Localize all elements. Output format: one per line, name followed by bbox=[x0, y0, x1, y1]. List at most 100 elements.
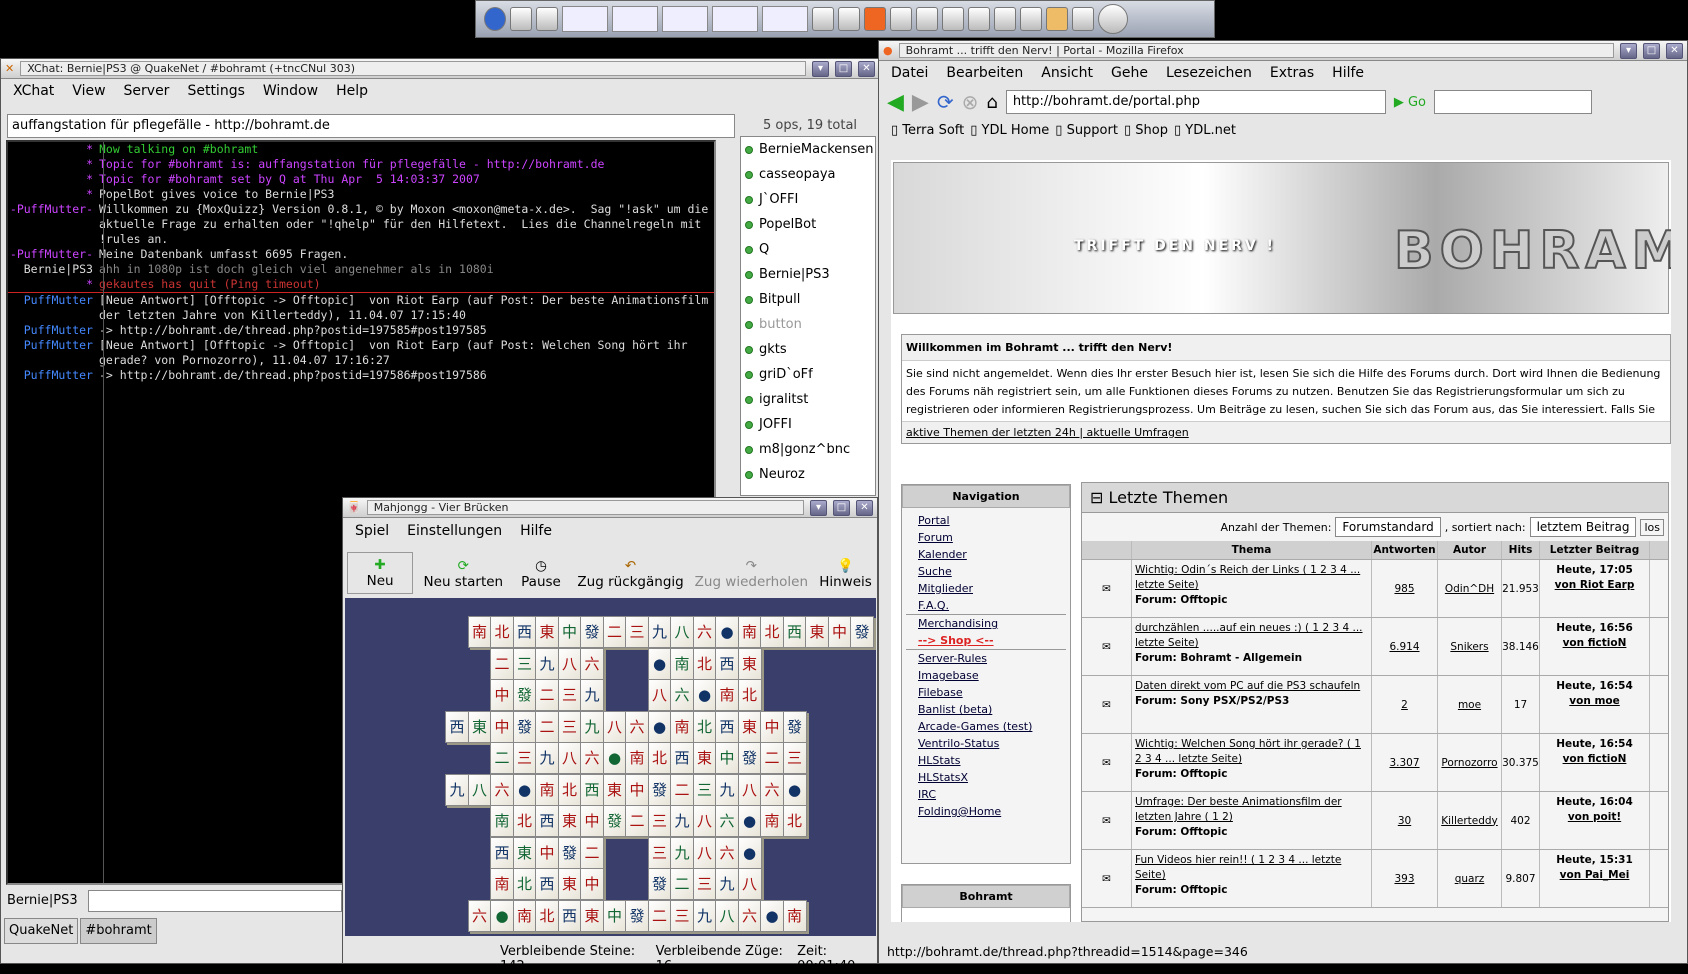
chat-nick[interactable]: PuffMutter bbox=[8, 293, 99, 323]
mahjongg-tile[interactable]: 北 bbox=[737, 679, 762, 711]
count-select[interactable]: Forumstandard bbox=[1335, 517, 1441, 537]
mahjongg-tile[interactable]: 南 bbox=[512, 899, 537, 932]
mahjongg-tile[interactable]: 發 bbox=[850, 616, 874, 648]
topic-forum[interactable]: Forum: Bohramt - Allgemein bbox=[1135, 651, 1302, 666]
topic-replies[interactable]: 985 bbox=[1394, 583, 1414, 595]
mahjongg-tile[interactable]: 北 bbox=[692, 710, 717, 743]
user-list-item[interactable]: PopelBot bbox=[741, 212, 875, 237]
mahjongg-tile[interactable]: 西 bbox=[715, 710, 739, 743]
nav-link[interactable]: Ventrilo-Status bbox=[906, 735, 1066, 752]
user-list-item[interactable]: Q bbox=[741, 237, 875, 262]
mahjongg-tile[interactable]: 九 bbox=[580, 710, 604, 743]
mahjongg-tile[interactable]: 西 bbox=[535, 868, 559, 900]
mahjongg-tile[interactable]: 發 bbox=[647, 773, 672, 806]
user-list-item[interactable]: JOFFI bbox=[741, 412, 875, 437]
mahjongg-tile[interactable]: 南 bbox=[490, 868, 514, 900]
user-list-item[interactable]: button bbox=[741, 312, 875, 337]
mahjongg-tile[interactable]: 東 bbox=[737, 647, 762, 680]
mahjongg-tile[interactable]: ● bbox=[692, 679, 717, 711]
mahjongg-tile[interactable]: 六 bbox=[580, 647, 604, 680]
close-button[interactable]: ✕ bbox=[1666, 42, 1683, 59]
terminal-icon[interactable] bbox=[838, 7, 860, 31]
back-icon[interactable]: ◀ bbox=[887, 90, 904, 115]
mahjongg-tile[interactable]: 八 bbox=[647, 679, 672, 711]
reload-icon[interactable]: ⟳ bbox=[937, 90, 954, 114]
camera-icon[interactable] bbox=[1072, 7, 1094, 31]
chat-nick[interactable]: Bernie|PS3 bbox=[8, 262, 99, 277]
mahjongg-tile[interactable]: 中 bbox=[490, 710, 514, 743]
mahjongg-tile[interactable]: 北 bbox=[647, 742, 672, 774]
mahjongg-tile[interactable]: 北 bbox=[692, 647, 717, 680]
mahjongg-tile[interactable]: 八 bbox=[737, 868, 762, 900]
nav-link[interactable]: Banlist (beta) bbox=[906, 701, 1066, 718]
mahjongg-tile[interactable]: 東 bbox=[512, 836, 537, 869]
minimize-button[interactable]: ▾ bbox=[1620, 42, 1637, 59]
tab-bohramt[interactable]: #bohramt bbox=[80, 918, 157, 944]
maximize-button[interactable]: □ bbox=[833, 499, 850, 516]
user-list-item[interactable]: Neuroz bbox=[741, 462, 875, 487]
redo-button[interactable]: ↷ Zug wiederholen bbox=[693, 554, 810, 594]
mahjongg-tile[interactable]: 北 bbox=[782, 805, 807, 837]
user-list[interactable]: BernieMackensen casseopaya J`OFFI PopelBot Q… bbox=[740, 136, 876, 496]
mahjongg-tile[interactable]: 八 bbox=[467, 773, 492, 806]
firefox-icon[interactable] bbox=[864, 7, 886, 31]
go-button[interactable]: ▶ Go bbox=[1394, 95, 1426, 110]
bookmark-terra-soft[interactable]: ▯ Terra Soft bbox=[891, 123, 964, 138]
mahjongg-tile[interactable]: 二 bbox=[670, 868, 694, 900]
mahjongg-tile[interactable]: 西 bbox=[490, 836, 514, 869]
mahjongg-tile[interactable]: 西 bbox=[580, 773, 604, 806]
mahjongg-tile[interactable]: 三 bbox=[782, 742, 807, 774]
mahjongg-board[interactable]: 南北西東中發二三九八六 ● 南北西東中發二三九八六 ● 南北西東中發二三九八六 ● 南北西東… bbox=[345, 598, 876, 936]
mahjongg-tile[interactable]: 發 bbox=[737, 742, 762, 774]
go-filter-button[interactable]: los bbox=[1640, 518, 1664, 536]
user-list-item[interactable]: J`OFFI bbox=[741, 187, 875, 212]
mahjongg-tile[interactable]: 中 bbox=[827, 616, 852, 648]
mahjongg-tile[interactable]: 中 bbox=[535, 836, 559, 869]
nav-link[interactable]: Mitglieder bbox=[906, 580, 1066, 597]
mahjongg-tile[interactable]: 中 bbox=[580, 868, 604, 900]
mahjongg-tile[interactable]: ● bbox=[760, 899, 784, 932]
mahjongg-tile[interactable]: 六 bbox=[737, 899, 762, 932]
topic-title[interactable]: Fun Videos hier rein!! ( 1 2 3 4 ... let… bbox=[1135, 853, 1368, 883]
mahjongg-tile[interactable]: 二 bbox=[670, 773, 694, 806]
mahjongg-tile[interactable]: 二 bbox=[535, 710, 559, 743]
mahjongg-tile[interactable]: 九 bbox=[535, 647, 559, 680]
mahjongg-tile[interactable]: 中 bbox=[625, 773, 649, 806]
mahjongg-tile[interactable]: 西 bbox=[445, 710, 469, 743]
taskbar-slot[interactable] bbox=[612, 6, 658, 32]
topic-forum[interactable]: Forum: Sony PSX/PS2/PS3 bbox=[1135, 694, 1289, 709]
taskbar-slot[interactable] bbox=[562, 6, 608, 32]
mahjongg-tile[interactable]: 南 bbox=[760, 805, 784, 837]
mahjongg-tile[interactable]: 二 bbox=[760, 742, 784, 774]
topic-title[interactable]: durchzählen .....auf ein neues :) ( 1 2 … bbox=[1135, 621, 1368, 651]
mahjongg-tile[interactable]: 東 bbox=[805, 616, 829, 648]
nav-link[interactable]: Filebase bbox=[906, 684, 1066, 701]
nav-link[interactable]: F.A.Q. bbox=[906, 597, 1066, 614]
topic-row[interactable]: ✉ Fun Videos hier rein!! ( 1 2 3 4 ... le… bbox=[1082, 850, 1668, 908]
menu-bearbeiten[interactable]: Bearbeiten bbox=[946, 65, 1023, 81]
topic-author[interactable]: Snikers bbox=[1450, 641, 1488, 653]
topic-replies[interactable]: 3.307 bbox=[1389, 757, 1419, 769]
spreadsheet-icon[interactable] bbox=[994, 7, 1016, 31]
nav-link[interactable]: Kalender bbox=[906, 546, 1066, 563]
mahjongg-tile[interactable]: 東 bbox=[535, 616, 559, 648]
mahjongg-tile[interactable]: 三 bbox=[647, 805, 672, 837]
mahjongg-tile[interactable]: 發 bbox=[557, 836, 582, 869]
chat-nick[interactable]: * bbox=[8, 142, 99, 157]
mahjongg-tile[interactable]: 東 bbox=[737, 710, 762, 743]
bookmark-shop[interactable]: ▯ Shop bbox=[1124, 123, 1168, 138]
taskbar-slot[interactable] bbox=[712, 6, 758, 32]
mahjongg-tile[interactable]: 西 bbox=[670, 742, 694, 774]
topic-row[interactable]: ✉ Wichtig: Odin´s Reich der Links ( 1 2 3… bbox=[1082, 560, 1668, 618]
mahjongg-tile[interactable]: 六 bbox=[580, 742, 604, 774]
mahjongg-tile[interactable]: 八 bbox=[670, 616, 694, 648]
topic-title[interactable]: Wichtig: Odin´s Reich der Links ( 1 2 3 … bbox=[1135, 563, 1368, 593]
mahjongg-tile[interactable]: 三 bbox=[557, 710, 582, 743]
mahjongg-tile[interactable]: 南 bbox=[715, 679, 739, 711]
mail-icon[interactable] bbox=[890, 7, 912, 31]
topic-author[interactable]: Odin^DH bbox=[1445, 583, 1494, 595]
stop-icon[interactable]: ⊗ bbox=[962, 90, 979, 114]
mahjongg-tile[interactable]: 北 bbox=[512, 805, 537, 837]
user-list-item[interactable]: casseopaya bbox=[741, 162, 875, 187]
home-icon[interactable]: ⌂ bbox=[986, 92, 997, 113]
